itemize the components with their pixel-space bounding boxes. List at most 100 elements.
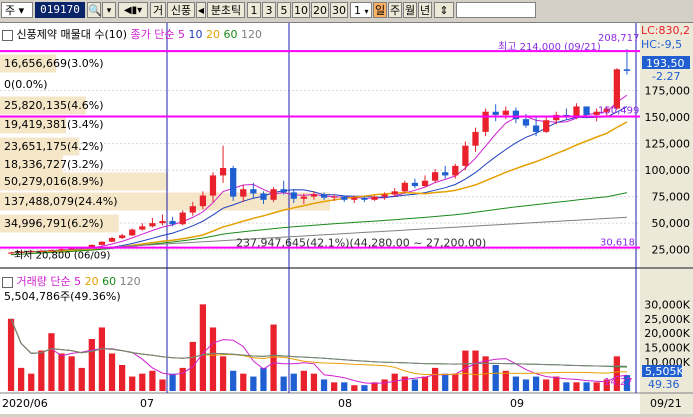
volume-bar	[492, 365, 499, 391]
period-3[interactable]: 3	[262, 2, 276, 18]
panel-icon[interactable]	[2, 29, 13, 41]
volume-marker: 14,27	[604, 377, 633, 388]
current-volume: 5,505K	[645, 365, 684, 378]
month-button[interactable]: 월	[403, 2, 417, 18]
volume-bar	[48, 333, 55, 391]
candle-body	[472, 131, 479, 146]
candle-body	[270, 189, 277, 200]
volume-profile-label: 25,820,135(4.6%)	[4, 99, 104, 112]
panel-icon[interactable]	[2, 276, 13, 288]
candle-body	[532, 125, 540, 132]
volume-bar	[78, 367, 85, 391]
period-1[interactable]: 1	[247, 2, 261, 18]
low-annotation: 최저 20,800 (06/09)	[14, 250, 110, 262]
volume-bar	[28, 373, 35, 391]
volume-bar	[583, 382, 590, 391]
range-annotation: 237,947,645(42.1%)(44,280.00 ~ 27,200.00…	[236, 237, 486, 250]
volume-profile-label: 19,419,381(3.4%)	[4, 118, 104, 131]
candle-body	[219, 167, 227, 176]
candle-body	[613, 69, 620, 109]
hc-label: HC:-9,5	[641, 38, 682, 51]
volume-bar	[431, 367, 439, 391]
price-tick: 100,000	[645, 164, 691, 177]
week-button[interactable]: 주	[388, 2, 402, 18]
candle-body	[108, 238, 116, 242]
extra-input[interactable]	[456, 2, 536, 18]
tick-button[interactable]: 분초틱	[207, 2, 245, 18]
volume-bar	[361, 385, 368, 391]
candle-body	[310, 194, 318, 197]
period-input[interactable]: 1 ▾	[350, 2, 372, 18]
toolbar: 주 ▾ 019170 🔍 ▾ ◀▮▾ 거 신풍 ◀ 분초틱 1 3 5 10 2…	[0, 0, 693, 23]
unit-button[interactable]: 거	[150, 2, 166, 18]
volume-tick: 25,000K	[644, 313, 690, 326]
candle-body	[290, 192, 297, 199]
volume-profile-label: 0(0.0%)	[4, 78, 48, 91]
volume-bar	[381, 379, 388, 391]
candle-body	[361, 197, 368, 200]
volume-bar	[300, 370, 307, 391]
volume-bar	[391, 373, 398, 391]
volume-bar	[502, 370, 509, 391]
candle-body	[351, 197, 358, 200]
year-button[interactable]: 년	[418, 2, 432, 18]
volume-bar	[68, 356, 75, 391]
search-icon[interactable]: 🔍	[87, 2, 102, 18]
candle-body	[462, 145, 469, 166]
volume-bar	[351, 385, 358, 391]
market-type-select[interactable]: 주 ▾	[1, 2, 33, 18]
volume-bar	[58, 353, 65, 391]
volume-bar	[462, 350, 469, 391]
volume-bar	[7, 318, 15, 391]
x-tick: 08	[338, 397, 352, 410]
candle-body	[502, 110, 509, 115]
chevron-down-icon: ▾	[18, 4, 25, 17]
updown-arrows-icon[interactable]: ⇕	[434, 2, 454, 18]
speaker-icon[interactable]: ◀▮▾	[118, 2, 148, 18]
volume-bar	[452, 373, 459, 391]
candle-body	[331, 196, 338, 198]
prev-arrow-icon[interactable]: ◀	[196, 2, 206, 18]
candle-body	[482, 111, 489, 132]
candle-body	[320, 194, 328, 198]
candle-body	[209, 175, 217, 196]
volume-bar	[421, 376, 429, 391]
volume-bar	[593, 382, 600, 391]
volume-profile-label: 50,279,016(8.9%)	[4, 175, 104, 188]
candle-body	[169, 221, 176, 225]
volume-bar	[341, 382, 348, 391]
volume-bar	[573, 382, 580, 391]
low-marker: 30,618	[600, 238, 635, 249]
x-tick: 09	[510, 397, 524, 410]
volume-profile-label: 34,996,791(6.2%)	[4, 217, 104, 230]
volume-bar	[522, 379, 530, 391]
candle-body	[250, 189, 257, 194]
price-tick: 175,000	[645, 85, 691, 98]
period-5[interactable]: 5	[277, 2, 291, 18]
x-tick: 07	[140, 397, 154, 410]
volume-bar	[149, 370, 156, 391]
volume-pct: 49.36	[648, 378, 680, 391]
price-tick: 125,000	[645, 138, 691, 151]
period-10[interactable]: 10	[292, 2, 310, 18]
volume-tick: 15,000K	[644, 342, 690, 355]
candle-body	[240, 189, 247, 197]
stock-code-input[interactable]: 019170	[35, 2, 85, 18]
volume-summary: 5,504,786주(49.36%)	[4, 290, 121, 303]
price-tick: 150,000	[645, 111, 691, 124]
period-20[interactable]: 20	[311, 2, 329, 18]
candle-body	[492, 111, 499, 115]
candle-body	[300, 196, 307, 199]
period-30[interactable]: 30	[330, 2, 348, 18]
candle-body	[421, 180, 429, 187]
chart-area: 16,656,669(3.0%) 0(0.0%) 25,820,135(4.6%) 1…	[0, 23, 693, 414]
volume-bar	[209, 327, 217, 391]
day-button[interactable]: 일	[373, 2, 387, 18]
candle-body	[512, 110, 520, 120]
volume-bar	[442, 373, 449, 391]
candle-body	[543, 120, 550, 132]
high-annotation: 최고 214,000 (09/21)	[498, 41, 601, 53]
chevron-down-icon[interactable]: ▾	[102, 2, 116, 18]
price-volume-chart[interactable]: 16,656,669(3.0%) 0(0.0%) 25,820,135(4.6%) 1…	[0, 23, 693, 414]
company-button[interactable]: 신풍	[167, 2, 195, 18]
